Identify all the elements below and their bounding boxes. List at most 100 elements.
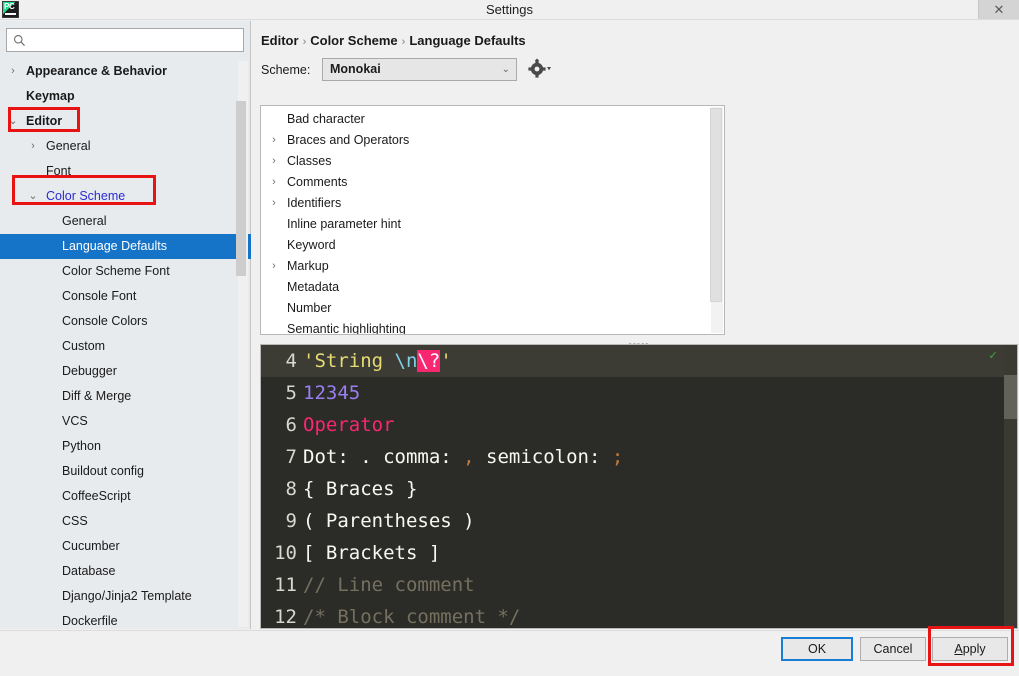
breadcrumb-item[interactable]: Color Scheme [310,33,397,48]
preview-scrollbar-track[interactable] [1004,345,1017,628]
sidebar-item-css[interactable]: CSS [0,509,251,534]
sidebar-item-font[interactable]: Font [0,159,251,184]
code-preview[interactable]: 4 'String \n\?' 5 12345 6 Operator 7 Dot: . com… [260,344,1018,629]
color-settings-tree: Bad character › Braces and Operators › Class… [260,105,725,335]
line-number: 8 [285,478,297,500]
code-token-plain: Dot: . comma: [303,446,464,468]
breadcrumb-item[interactable]: Language Defaults [409,33,525,48]
close-icon[interactable]: ✕ [978,0,1019,19]
search-box[interactable] [6,28,244,52]
sidebar-item-keymap[interactable]: Keymap [0,84,251,109]
sidebar-scrollbar-track[interactable] [236,61,248,627]
breadcrumb-item[interactable]: Editor [261,33,299,48]
sidebar-item-general[interactable]: General [0,209,251,234]
color-tree-item-markup[interactable]: › Markup [261,256,708,277]
code-line-content: Dot: . comma: , semicolon: ; [303,441,623,473]
chevron-right-icon[interactable]: › [267,151,281,172]
chevron-right-icon[interactable]: › [267,130,281,151]
line-number: 9 [285,510,297,532]
code-line-content: Operator [303,409,395,441]
search-icon [14,35,25,46]
chevron-right-icon[interactable]: › [267,172,281,193]
sidebar-item-buildout-config[interactable]: Buildout config [0,459,251,484]
chevron-down-icon[interactable]: ⌄ [26,184,40,209]
search-input[interactable] [31,30,239,50]
color-tree-item-metadata[interactable]: Metadata [261,277,708,298]
code-token-plain: [ Brackets ] [303,542,441,564]
sidebar-item-label: Console Colors [62,314,148,328]
code-line-content: { Braces } [303,473,417,505]
color-tree-item-inline-parameter-hint[interactable]: Inline parameter hint [261,214,708,235]
color-tree-item-identifiers[interactable]: › Identifiers [261,193,708,214]
gear-icon [528,58,551,78]
cancel-button[interactable]: Cancel [860,637,926,661]
color-tree-scrollbar-thumb[interactable] [710,108,722,302]
sidebar-item-database[interactable]: Database [0,559,251,584]
color-tree-item-label: Braces and Operators [287,133,410,147]
sidebar-item-label: CoffeeScript [62,489,131,503]
sidebar-item-label: Appearance & Behavior [26,64,168,78]
color-tree-item-label: Comments [287,175,348,189]
code-token-plain: semicolon: [474,446,612,468]
color-tree-item-comments[interactable]: › Comments [261,172,708,193]
sidebar-item-general[interactable]: › General [0,134,251,159]
chevron-down-icon[interactable]: ⌄ [6,109,20,134]
code-line-content: [ Brackets ] [303,537,440,569]
sidebar-item-coffeescript[interactable]: CoffeeScript [0,484,251,509]
color-tree-item-semantic-highlighting[interactable]: Semantic highlighting [261,319,708,334]
line-number: 11 [274,574,297,596]
breadcrumb-separator: › [401,36,406,48]
sidebar-item-vcs[interactable]: VCS [0,409,251,434]
color-tree-item-number[interactable]: Number [261,298,708,319]
chevron-right-icon[interactable]: › [6,59,20,84]
code-token-number: 12345 [303,382,361,404]
color-tree-item-label: Identifiers [287,196,342,210]
sidebar-item-label: VCS [62,414,88,428]
line-number: 4 [285,350,297,372]
sidebar-scrollbar-thumb[interactable] [236,101,246,276]
color-tree-item-keyword[interactable]: Keyword [261,235,708,256]
code-token-plain: { Braces } [303,478,418,500]
sidebar-item-label: Custom [62,339,106,353]
sidebar-item-diff-merge[interactable]: Diff & Merge [0,384,251,409]
preview-scrollbar-thumb[interactable] [1004,375,1017,419]
code-line: 8 { Braces } [261,473,1017,505]
color-tree-item-classes[interactable]: › Classes [261,151,708,172]
sidebar-item-label: General [46,139,91,153]
sidebar-item-python[interactable]: Python [0,434,251,459]
sidebar-item-label: Django/Jinja2 Template [62,589,192,603]
sidebar-item-appearance-behavior[interactable]: › Appearance & Behavior [0,59,251,84]
apply-button[interactable]: Apply [932,637,1008,661]
code-token-invalid: \? [417,350,441,372]
sidebar-item-color-scheme[interactable]: ⌄ Color Scheme [0,184,251,209]
sidebar-item-django-jinja2-template[interactable]: Django/Jinja2 Template [0,584,251,609]
chevron-right-icon[interactable]: › [267,193,281,214]
sidebar-item-debugger[interactable]: Debugger [0,359,251,384]
sidebar-item-editor[interactable]: ⌄ Editor [0,109,251,134]
settings-tree: › Appearance & Behavior Keymap ⌄ Editor › Gene… [0,59,251,629]
color-tree-scrollbar-track[interactable] [710,107,723,333]
sidebar-item-console-colors[interactable]: Console Colors [0,309,251,334]
code-preview-lines: 4 'String \n\?' 5 12345 6 Operator 7 Dot: . com… [261,345,1017,628]
color-tree-item-label: Number [287,301,332,315]
chevron-down-icon: ⌄ [501,64,510,75]
sidebar-item-dockerfile[interactable]: Dockerfile [0,609,251,629]
sidebar-item-color-scheme-font[interactable]: Color Scheme Font [0,259,251,284]
sidebar-item-language-defaults[interactable]: Language Defaults [0,234,251,259]
sidebar-item-custom[interactable]: Custom [0,334,251,359]
color-tree-item-bad-character[interactable]: Bad character [261,109,708,130]
code-line: 4 'String \n\?' [261,345,1017,377]
chevron-right-icon[interactable]: › [26,134,40,159]
code-line-content: /* Block comment */ [303,601,520,628]
ok-button[interactable]: OK [781,637,853,661]
scheme-settings-button[interactable] [527,58,557,80]
apply-button-rest: pply [962,642,986,656]
scheme-dropdown[interactable]: Monokai ⌄ [322,58,517,81]
sidebar-item-console-font[interactable]: Console Font [0,284,251,309]
sidebar-item-label: Editor [26,114,63,128]
sidebar-item-cucumber[interactable]: Cucumber [0,534,251,559]
chevron-right-icon[interactable]: › [267,256,281,277]
color-tree-item-braces-and-operators[interactable]: › Braces and Operators [261,130,708,151]
code-line: 6 Operator [261,409,1017,441]
code-line: 9 ( Parentheses ) [261,505,1017,537]
